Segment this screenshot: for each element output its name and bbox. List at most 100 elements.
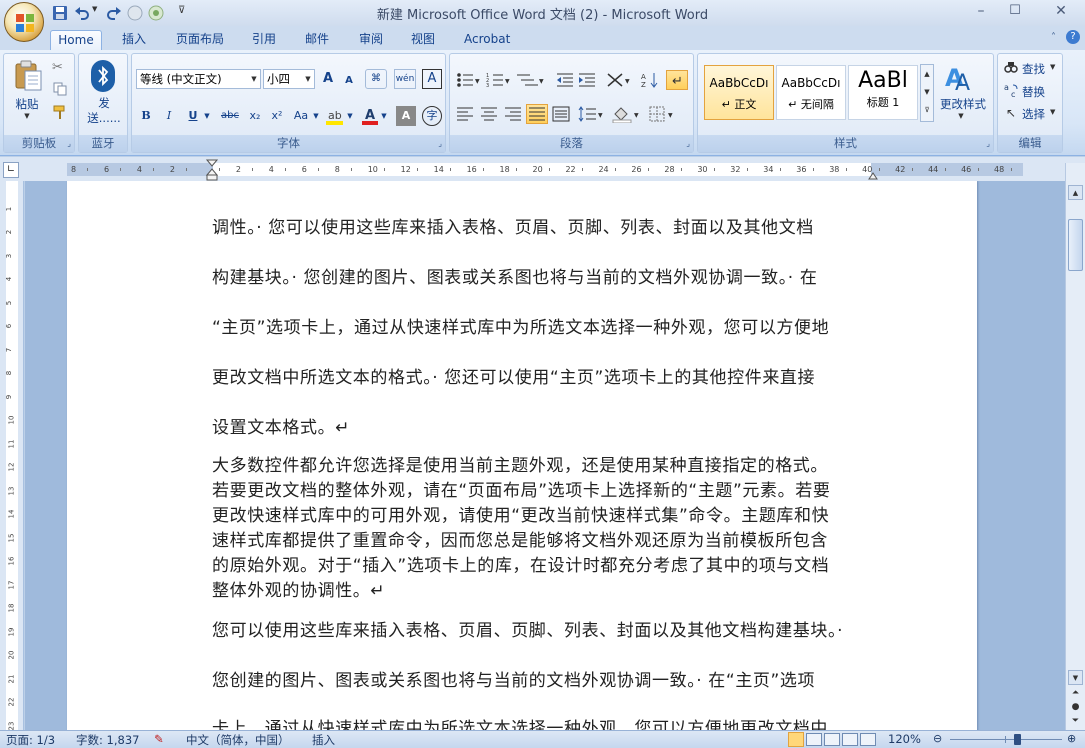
clipboard-launcher-icon[interactable]: ⌟: [67, 139, 71, 148]
full-screen-reading-icon[interactable]: [806, 733, 822, 746]
copy-icon[interactable]: [53, 82, 67, 96]
right-indent-marker-icon[interactable]: [868, 169, 878, 180]
shrink-font-button[interactable]: A: [340, 71, 358, 91]
justify-icon[interactable]: [526, 104, 548, 124]
decrease-indent-icon[interactable]: [556, 72, 574, 88]
draft-view-icon[interactable]: [860, 733, 876, 746]
doc-line[interactable]: 更改快速样式库中的可用外观，请使用“更改当前快速样式集”命令。主题库和快: [212, 501, 877, 526]
tab-references[interactable]: 引用: [246, 30, 282, 50]
find-button[interactable]: 查找: [1022, 61, 1045, 77]
superscript-button[interactable]: x²: [267, 106, 287, 126]
outline-view-icon[interactable]: [842, 733, 858, 746]
status-page[interactable]: 页面: 1/3: [6, 732, 55, 748]
grow-font-button[interactable]: A: [318, 69, 338, 89]
select-cursor-icon[interactable]: ↖: [1006, 106, 1016, 120]
bullets-icon[interactable]: ▼: [456, 72, 482, 88]
character-shading-button[interactable]: A: [396, 106, 416, 126]
doc-line[interactable]: 卡上，通过从快速样式库中为所选文本选择一种外观，您可以方便地更改文档中: [212, 714, 877, 730]
tab-page-layout[interactable]: 页面布局: [170, 30, 230, 50]
align-center-icon[interactable]: [480, 106, 498, 122]
status-language[interactable]: 中文（简体，中国）: [186, 732, 290, 748]
minimize-button[interactable]: –: [966, 0, 996, 22]
tab-review[interactable]: 审阅: [353, 30, 389, 50]
font-size-dropdown-icon[interactable]: ▼: [302, 70, 314, 88]
styles-launcher-icon[interactable]: ⌟: [986, 139, 990, 148]
multilevel-list-icon[interactable]: ▼: [516, 72, 546, 88]
previous-page-icon[interactable]: ⏶: [1068, 688, 1083, 701]
font-name-combo[interactable]: 等线 (中文正文) ▼: [136, 69, 261, 89]
change-styles-icon[interactable]: AA: [943, 60, 977, 96]
select-dropdown-icon[interactable]: ▼: [1050, 108, 1055, 116]
scroll-down-icon[interactable]: ▼: [1068, 670, 1083, 685]
tab-home[interactable]: Home: [50, 30, 102, 50]
change-styles-button[interactable]: 更改样式: [936, 96, 990, 112]
font-color-icon[interactable]: A: [361, 107, 379, 125]
format-painter-icon[interactable]: [52, 104, 68, 120]
enclose-characters-icon[interactable]: 字: [422, 106, 442, 126]
font-size-combo[interactable]: 小四 ▼: [263, 69, 315, 89]
change-styles-dropdown-icon[interactable]: ▼: [956, 112, 966, 120]
replace-icon[interactable]: ac: [1004, 82, 1020, 99]
doc-line[interactable]: 整体外观的协调性。↵: [212, 576, 877, 601]
font-launcher-icon[interactable]: ⌟: [438, 139, 442, 148]
next-page-icon[interactable]: ⏷: [1068, 716, 1083, 729]
style-normal[interactable]: AaBbCcDı ↵ 正文: [704, 65, 774, 120]
print-layout-view-icon[interactable]: [788, 732, 804, 747]
doc-line[interactable]: 构建基块。· 您创建的图片、图表或关系图也将与当前的文档外观协调一致。· 在: [212, 263, 877, 288]
zoom-out-icon[interactable]: ⊖: [933, 732, 942, 745]
web-layout-icon[interactable]: [824, 733, 840, 746]
underline-dropdown-icon[interactable]: ▼: [202, 106, 212, 126]
align-right-icon[interactable]: [504, 106, 522, 122]
bold-button[interactable]: B: [136, 106, 156, 126]
ribbon-minimize-icon[interactable]: ˄: [1051, 32, 1056, 43]
doc-line[interactable]: 您创建的图片、图表或关系图也将与当前的文档外观协调一致。· 在“主页”选项: [212, 666, 877, 691]
help-icon[interactable]: ?: [1066, 30, 1080, 44]
change-case-button[interactable]: Aa: [291, 106, 311, 126]
horizontal-ruler[interactable]: ∟ 8 6 4 2 2 4 6 8 10 12 14 16 18 20 22 24 26 28 30 32 34 36 38…: [0, 157, 1085, 181]
numbering-icon[interactable]: 1 2 3 ▼: [486, 72, 512, 89]
paste-icon[interactable]: [12, 58, 44, 92]
paste-dropdown-icon[interactable]: ▼: [22, 112, 32, 120]
indent-marker-icon[interactable]: [205, 159, 219, 181]
cut-icon[interactable]: ✂: [52, 60, 63, 75]
bluetooth-icon[interactable]: [91, 60, 115, 92]
vertical-scrollbar[interactable]: ▲ ▼ ⏶ ● ⏷: [1065, 163, 1085, 730]
zoom-in-icon[interactable]: ⊕: [1067, 732, 1076, 745]
scroll-up-icon[interactable]: ▲: [1068, 185, 1083, 200]
proofing-icon[interactable]: ✎: [154, 732, 164, 746]
line-spacing-icon[interactable]: ▼: [578, 106, 606, 122]
tab-view[interactable]: 视图: [405, 30, 441, 50]
doc-line[interactable]: 您可以使用这些库来插入表格、页眉、页脚、列表、封面以及其他文档构建基块。·: [212, 616, 877, 641]
doc-line[interactable]: 大多数控件都允许您选择是使用当前主题外观，还是使用某种直接指定的格式。: [212, 451, 877, 476]
italic-button[interactable]: I: [160, 106, 178, 126]
tab-insert[interactable]: 插入: [116, 30, 152, 50]
sort-icon[interactable]: AZ: [640, 71, 660, 89]
doc-line[interactable]: “主页”选项卡上，通过从快速样式库中为所选文本选择一种外观，您可以方便地: [212, 313, 877, 338]
paragraph-launcher-icon[interactable]: ⌟: [686, 139, 690, 148]
scroll-thumb[interactable]: [1068, 219, 1083, 271]
tab-acrobat[interactable]: Acrobat: [458, 30, 516, 50]
status-zoom[interactable]: 120%: [888, 732, 921, 746]
strikethrough-button[interactable]: abc: [218, 106, 242, 126]
subscript-button[interactable]: x₂: [245, 106, 265, 126]
font-name-dropdown-icon[interactable]: ▼: [248, 70, 260, 88]
clear-format-icon[interactable]: ⌘: [365, 69, 387, 89]
document-page[interactable]: 调性。· 您可以使用这些库来插入表格、页眉、页脚、列表、封面以及其他文档 构建基…: [67, 181, 977, 730]
zoom-slider-thumb[interactable]: [1014, 734, 1022, 745]
doc-line[interactable]: 更改文档中所选文本的格式。· 您还可以使用“主页”选项卡上的其他控件来直接: [212, 363, 877, 388]
doc-line[interactable]: 调性。· 您可以使用这些库来插入表格、页眉、页脚、列表、封面以及其他文档: [212, 213, 877, 238]
status-insert-mode[interactable]: 插入: [312, 732, 335, 748]
doc-line[interactable]: 的原始外观。对于“插入”选项卡上的库，在设计时都充分考虑了其中的项与文档: [212, 551, 877, 576]
select-button[interactable]: 选择: [1022, 106, 1045, 122]
find-icon[interactable]: [1004, 60, 1018, 74]
style-no-spacing[interactable]: AaBbCcDı ↵ 无间隔: [776, 65, 846, 120]
vertical-ruler[interactable]: 1 2 3 4 5 6 7 8 9 10 11 12 13 14 15 16 17 18 19 20 21 22 23: [0, 181, 24, 730]
zoom-slider[interactable]: [950, 734, 1062, 745]
highlight-dropdown-icon[interactable]: ▼: [345, 106, 355, 126]
font-color-dropdown-icon[interactable]: ▼: [379, 106, 389, 126]
show-hide-marks-icon[interactable]: ↵: [666, 70, 688, 90]
text-highlight-icon[interactable]: ab: [325, 107, 345, 125]
character-border-button[interactable]: A: [422, 69, 442, 89]
style-heading-1[interactable]: AaBl 标题 1: [848, 65, 918, 120]
replace-button[interactable]: 替换: [1022, 84, 1045, 100]
